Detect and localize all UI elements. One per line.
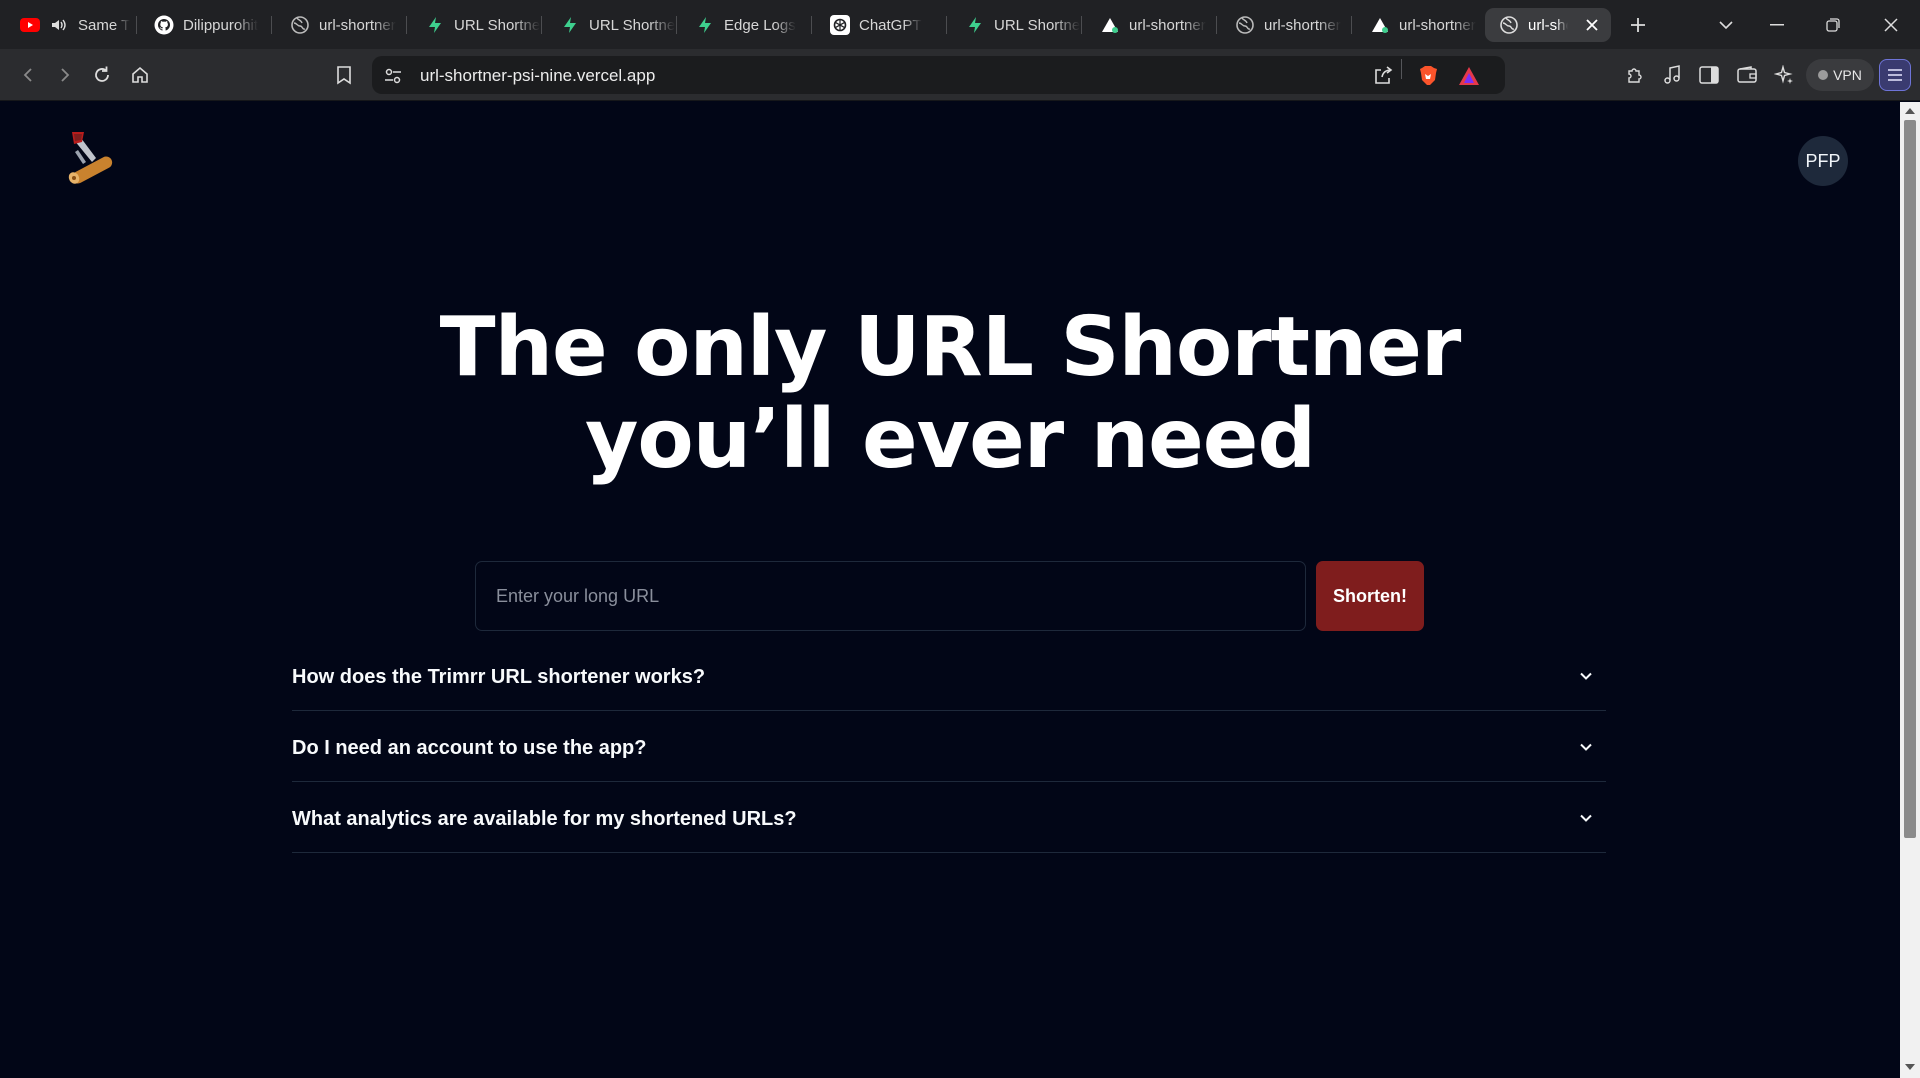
forward-arrow-icon[interactable] — [50, 60, 80, 90]
minimize-window-icon[interactable] — [1762, 10, 1792, 40]
faq-question[interactable]: How does the Trimrr URL shortener works? — [292, 666, 705, 689]
long-url-input[interactable] — [475, 561, 1306, 631]
speaker-icon[interactable] — [49, 15, 69, 35]
faq-item[interactable]: Do I need an account to use the app? — [292, 711, 1606, 782]
extensions-icon[interactable] — [1620, 60, 1650, 90]
tab-title: ChatGPT — [859, 16, 922, 34]
scrollbar-thumb[interactable] — [1904, 120, 1916, 838]
hero-heading: The only URL Shortner you’ll ever need — [350, 302, 1550, 486]
page-scrollbar[interactable] — [1900, 102, 1920, 1078]
sidebar-toggle-icon[interactable] — [1694, 60, 1724, 90]
leo-ai-icon[interactable] — [1769, 60, 1799, 90]
tab-title: url-shortner — [1399, 16, 1476, 34]
share-icon[interactable] — [1372, 65, 1394, 87]
supabase-icon — [560, 15, 580, 35]
close-tab-icon[interactable] — [1583, 16, 1601, 34]
chatgpt-icon — [830, 15, 850, 35]
shorten-button[interactable]: Shorten! — [1316, 561, 1424, 631]
tab-supabase[interactable]: URL Shortner — [945, 8, 1080, 42]
tab-edge-logs[interactable]: Edge Logs — [675, 8, 810, 42]
web-page: PFP The only URL Shortner you’ll ever ne… — [0, 102, 1900, 1078]
tab-title: Same T — [78, 16, 131, 34]
faq-accordion: How does the Trimrr URL shortener works?… — [292, 640, 1606, 853]
reload-icon[interactable] — [87, 60, 117, 90]
faq-question[interactable]: What analytics are available for my shor… — [292, 808, 797, 831]
tab-chatgpt[interactable]: ChatGPT — [810, 8, 945, 42]
tab-supabase[interactable]: URL Shortner — [405, 8, 540, 42]
vpn-label: VPN — [1833, 67, 1862, 83]
vpn-status-dot — [1818, 70, 1829, 80]
tab-url-shortner[interactable]: url-shortner — [270, 8, 405, 42]
tab-title: URL Shortner — [454, 16, 540, 34]
tab-search-chevron-icon[interactable] — [1711, 10, 1741, 40]
user-avatar[interactable]: PFP — [1798, 136, 1848, 186]
restore-window-icon[interactable] — [1818, 10, 1848, 40]
wallet-icon[interactable] — [1732, 60, 1762, 90]
hero-line-1: The only URL Shortner — [439, 300, 1462, 395]
faq-question[interactable]: Do I need an account to use the app? — [292, 737, 646, 760]
tab-youtube[interactable]: Same T — [0, 8, 135, 42]
browser-toolbar: url-shortner-psi-nine.vercel.app VPN — [0, 49, 1920, 101]
chevron-down-icon[interactable] — [1578, 668, 1594, 684]
new-tab-button[interactable] — [1623, 10, 1653, 40]
tab-title: URL Shortner — [994, 16, 1080, 34]
globe-icon — [1235, 15, 1255, 35]
tab-title: Dilippurohit — [183, 16, 259, 34]
bookmark-icon[interactable] — [329, 60, 359, 90]
chevron-down-icon[interactable] — [1578, 810, 1594, 826]
supabase-icon — [425, 15, 445, 35]
tab-active-url-shortner[interactable]: url-shortner — [1485, 8, 1611, 42]
faq-item[interactable]: What analytics are available for my shor… — [292, 782, 1606, 853]
tab-supabase[interactable]: URL Shortner — [540, 8, 675, 42]
supabase-icon — [965, 15, 985, 35]
brave-rewards-icon[interactable] — [1458, 65, 1480, 87]
home-icon[interactable] — [125, 60, 155, 90]
scroll-down-arrow-icon[interactable] — [1905, 1064, 1915, 1070]
youtube-icon — [20, 15, 40, 35]
browser-tab-strip: Same T Dilippurohit url-shortner URL Sho… — [0, 0, 1920, 49]
tab-vercel[interactable]: url-shortner — [1350, 8, 1485, 42]
scroll-up-arrow-icon[interactable] — [1905, 108, 1915, 114]
close-window-icon[interactable] — [1876, 10, 1906, 40]
tab-title: Edge Logs — [724, 16, 796, 34]
tab-title: url-shortner — [1528, 16, 1568, 34]
site-settings-icon[interactable] — [382, 65, 404, 87]
brave-shields-icon[interactable] — [1417, 65, 1439, 87]
github-icon — [154, 15, 174, 35]
hero-line-2: you’ll ever need — [584, 392, 1316, 487]
globe-icon — [290, 15, 310, 35]
main-menu-button[interactable] — [1879, 59, 1911, 91]
faq-item[interactable]: How does the Trimrr URL shortener works? — [292, 640, 1606, 711]
tab-title: url-shortner — [1264, 16, 1341, 34]
back-arrow-icon[interactable] — [13, 60, 43, 90]
vpn-button[interactable]: VPN — [1806, 59, 1874, 91]
tab-title: url-shortner — [1129, 16, 1206, 34]
tab-github[interactable]: Dilippurohit — [134, 8, 270, 42]
supabase-icon — [695, 15, 715, 35]
globe-icon — [1499, 15, 1519, 35]
vercel-icon — [1370, 15, 1390, 35]
tab-title: url-shortner — [319, 16, 396, 34]
address-bar[interactable]: url-shortner-psi-nine.vercel.app — [372, 56, 1505, 94]
chevron-down-icon[interactable] — [1578, 739, 1594, 755]
tab-vercel[interactable]: url-shortner — [1080, 8, 1215, 42]
address-url[interactable]: url-shortner-psi-nine.vercel.app — [420, 66, 655, 86]
trimrr-logo[interactable] — [64, 128, 120, 186]
tab-url-shortner[interactable]: url-shortner — [1215, 8, 1350, 42]
hamburger-icon — [1888, 69, 1902, 81]
media-music-icon[interactable] — [1657, 60, 1687, 90]
tab-title: URL Shortner — [589, 16, 675, 34]
vercel-icon — [1100, 15, 1120, 35]
